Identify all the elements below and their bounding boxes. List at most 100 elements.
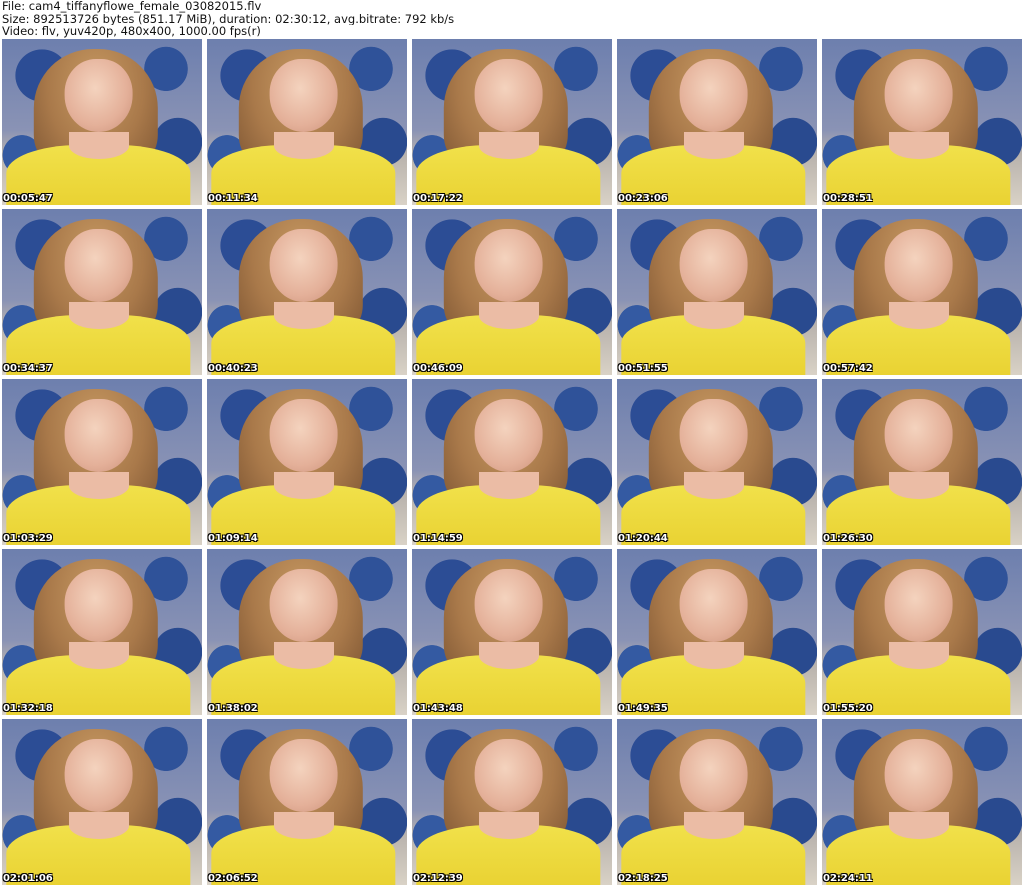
file-info-header: File: cam4_tiffanyflowe_female_03082015.… <box>2 0 1022 38</box>
video-thumbnail[interactable]: 01:38:02 <box>207 549 407 715</box>
thumbnail-figure-face <box>884 228 953 302</box>
thumbnail-figure-neck <box>479 811 539 839</box>
thumbnail-figure-face <box>64 398 133 472</box>
video-thumbnail[interactable]: 01:20:44 <box>617 379 817 545</box>
thumbnail-figure-face <box>679 398 748 472</box>
video-thumbnail[interactable]: 00:28:51 <box>822 39 1022 205</box>
thumbnail-figure-neck <box>274 471 334 499</box>
thumbnail-timestamp: 02:18:25 <box>618 873 668 884</box>
video-thumbnail[interactable]: 00:57:42 <box>822 209 1022 375</box>
video-thumbnail[interactable]: 01:03:29 <box>2 379 202 545</box>
thumbnail-timestamp: 01:55:20 <box>823 703 873 714</box>
thumbnail-figure-neck <box>69 811 129 839</box>
thumbnail-figure-face <box>269 58 338 132</box>
thumbnail-timestamp: 01:14:59 <box>413 533 463 544</box>
video-info-line: Video: flv, yuv420p, 480x400, 1000.00 fp… <box>2 25 261 38</box>
thumbnail-timestamp: 02:01:06 <box>3 873 53 884</box>
thumbnail-figure-face <box>884 398 953 472</box>
video-thumbnail[interactable]: 00:05:47 <box>2 39 202 205</box>
thumbnail-timestamp: 00:17:22 <box>413 193 463 204</box>
thumbnail-figure-neck <box>684 301 744 329</box>
thumbnail-timestamp: 02:24:11 <box>823 873 873 884</box>
video-thumbnail[interactable]: 02:06:52 <box>207 719 407 885</box>
thumbnail-timestamp: 01:49:35 <box>618 703 668 714</box>
thumbnail-grid: 00:05:47 00:11:34 00:17:22 00:23:06 00:28:51… <box>2 39 1022 889</box>
video-thumbnail[interactable]: 01:32:18 <box>2 549 202 715</box>
thumbnail-figure-face <box>269 568 338 642</box>
thumbnail-figure-face <box>679 738 748 812</box>
thumbnail-timestamp: 02:06:52 <box>208 873 258 884</box>
thumbnail-figure-face <box>269 228 338 302</box>
thumbnail-figure-neck <box>479 131 539 159</box>
thumbnail-figure-neck <box>274 131 334 159</box>
thumbnail-timestamp: 01:32:18 <box>3 703 53 714</box>
thumbnail-figure-neck <box>889 301 949 329</box>
thumbnail-figure-neck <box>479 641 539 669</box>
thumbnail-timestamp: 01:38:02 <box>208 703 258 714</box>
thumbnail-figure-face <box>64 568 133 642</box>
thumbnail-timestamp: 02:12:39 <box>413 873 463 884</box>
video-thumbnail[interactable]: 00:46:09 <box>412 209 612 375</box>
thumbnail-figure-neck <box>69 471 129 499</box>
thumbnail-figure-face <box>679 568 748 642</box>
video-thumbnail[interactable]: 00:51:55 <box>617 209 817 375</box>
thumbnail-figure-face <box>474 228 543 302</box>
file-size-line: Size: 892513726 bytes (851.17 MiB), dura… <box>2 12 455 25</box>
thumbnail-figure-neck <box>69 131 129 159</box>
thumbnail-timestamp: 01:20:44 <box>618 533 668 544</box>
thumbnail-timestamp: 01:26:30 <box>823 533 873 544</box>
thumbnail-figure-face <box>474 398 543 472</box>
thumbnail-figure-neck <box>274 811 334 839</box>
thumbnail-timestamp: 00:11:34 <box>208 193 258 204</box>
thumbnail-timestamp: 01:43:48 <box>413 703 463 714</box>
thumbnail-figure-face <box>884 738 953 812</box>
thumbnail-figure-face <box>269 738 338 812</box>
thumbnail-figure-neck <box>684 811 744 839</box>
thumbnail-figure-neck <box>889 641 949 669</box>
video-thumbnail[interactable]: 01:49:35 <box>617 549 817 715</box>
video-thumbnail[interactable]: 01:14:59 <box>412 379 612 545</box>
thumbnail-figure-neck <box>274 641 334 669</box>
video-thumbnail[interactable]: 02:01:06 <box>2 719 202 885</box>
video-thumbnail[interactable]: 00:17:22 <box>412 39 612 205</box>
thumbnail-figure-face <box>474 58 543 132</box>
thumbnail-timestamp: 00:40:23 <box>208 363 258 374</box>
video-thumbnail[interactable]: 00:40:23 <box>207 209 407 375</box>
thumbnail-figure-face <box>269 398 338 472</box>
thumbnail-figure-neck <box>684 131 744 159</box>
thumbnail-figure-neck <box>479 301 539 329</box>
thumbnail-figure-neck <box>684 641 744 669</box>
thumbnail-figure-face <box>64 58 133 132</box>
thumbnail-figure-neck <box>684 471 744 499</box>
thumbnail-figure-neck <box>69 301 129 329</box>
thumbnail-timestamp: 00:23:06 <box>618 193 668 204</box>
thumbnail-timestamp: 00:51:55 <box>618 363 668 374</box>
thumbnail-figure-face <box>884 58 953 132</box>
video-thumbnail[interactable]: 01:43:48 <box>412 549 612 715</box>
thumbnail-figure-face <box>474 738 543 812</box>
video-thumbnail[interactable]: 02:18:25 <box>617 719 817 885</box>
thumbnail-figure-neck <box>69 641 129 669</box>
thumbnail-figure-face <box>64 228 133 302</box>
video-thumbnail[interactable]: 01:26:30 <box>822 379 1022 545</box>
thumbnail-figure-face <box>474 568 543 642</box>
thumbnail-figure-face <box>64 738 133 812</box>
file-name-line: File: cam4_tiffanyflowe_female_03082015.… <box>2 0 262 13</box>
thumbnail-figure-neck <box>889 811 949 839</box>
video-thumbnail[interactable]: 00:11:34 <box>207 39 407 205</box>
video-thumbnail[interactable]: 02:24:11 <box>822 719 1022 885</box>
thumbnail-timestamp: 00:57:42 <box>823 363 873 374</box>
thumbnail-figure-neck <box>889 471 949 499</box>
video-thumbnail[interactable]: 00:23:06 <box>617 39 817 205</box>
thumbnail-figure-neck <box>889 131 949 159</box>
video-thumbnail[interactable]: 01:55:20 <box>822 549 1022 715</box>
thumbnail-timestamp: 01:09:14 <box>208 533 258 544</box>
video-thumbnail[interactable]: 01:09:14 <box>207 379 407 545</box>
thumbnail-figure-neck <box>479 471 539 499</box>
thumbnail-timestamp: 00:28:51 <box>823 193 873 204</box>
thumbnail-figure-face <box>679 228 748 302</box>
video-thumbnail[interactable]: 02:12:39 <box>412 719 612 885</box>
thumbnail-timestamp: 01:03:29 <box>3 533 53 544</box>
video-thumbnail[interactable]: 00:34:37 <box>2 209 202 375</box>
thumbnail-figure-neck <box>274 301 334 329</box>
